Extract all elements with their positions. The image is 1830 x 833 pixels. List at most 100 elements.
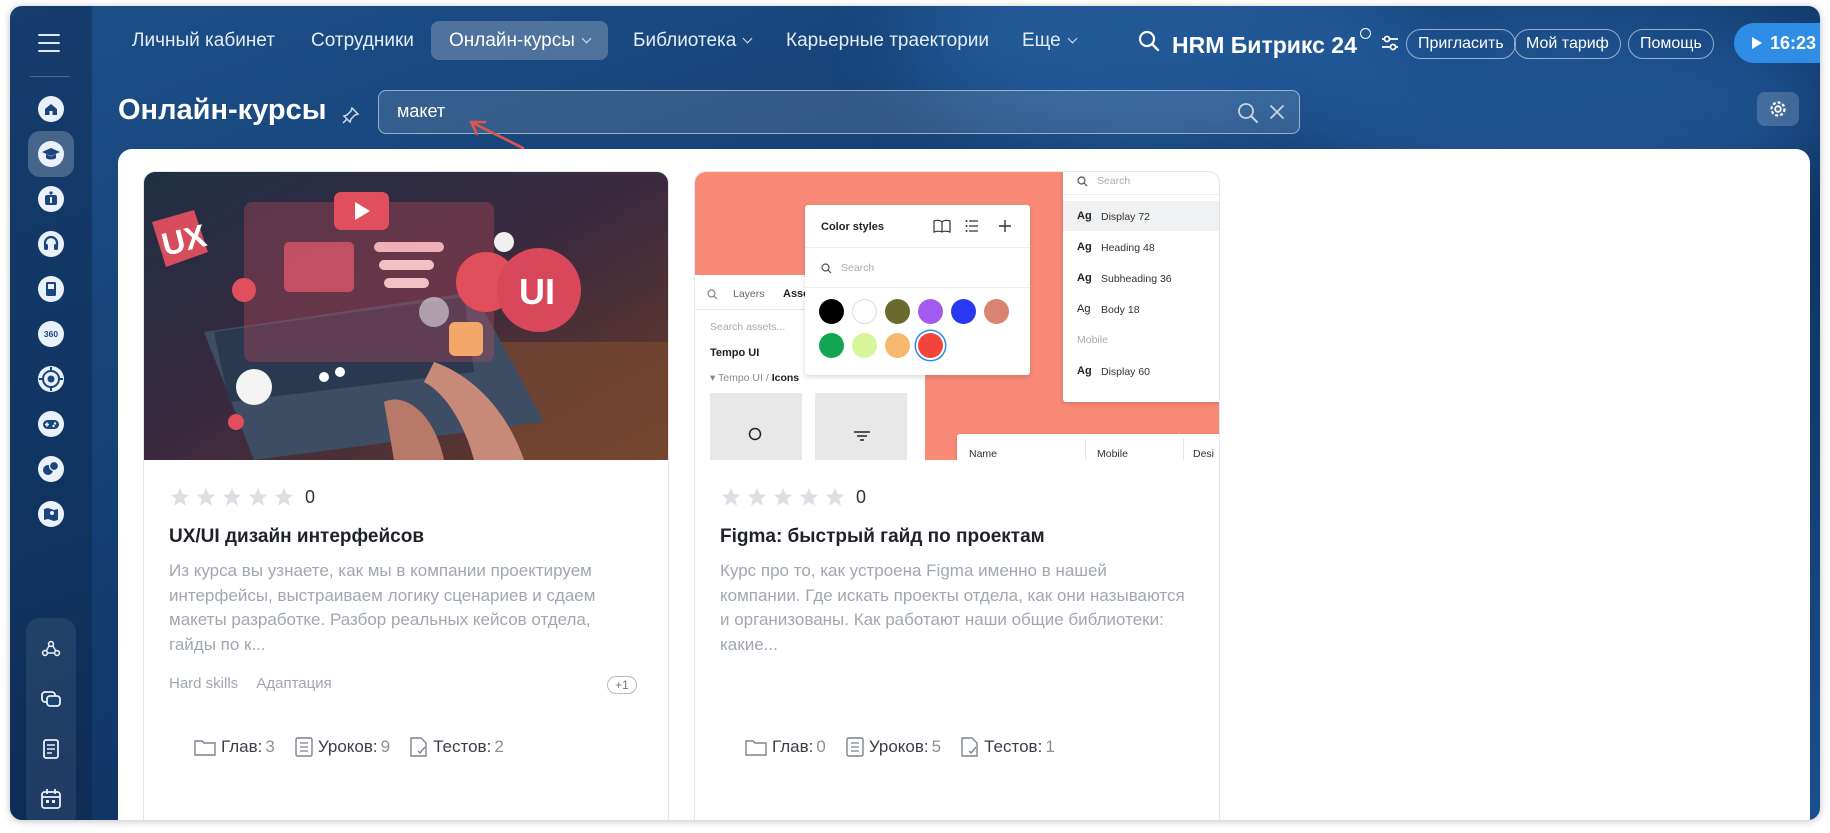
left-sidebar: 360 [10,6,92,820]
course-description: Курс про то, как устроена Figma именно в… [720,561,1185,654]
target-icon [38,366,64,392]
course-stats: Глав: 0 Уроков: 5 Тестов: 1 [745,737,1075,757]
rating-count: 0 [305,486,316,507]
type-style-name: Subheading 36 [1101,273,1172,285]
stat-value: 3 [265,737,275,756]
course-rating[interactable]: 0 [720,486,866,508]
sidebar-item-games[interactable] [28,401,74,447]
lessons-stat: Уроков: 5 [846,737,941,757]
tag[interactable]: Адаптация [256,675,331,692]
color-swatch [984,299,1009,324]
nav-item-more[interactable]: Еще [1004,21,1094,60]
stat-value: 0 [816,737,826,756]
type-style-ag: Ag [1077,365,1092,377]
360-icon: 360 [38,321,64,347]
nav-item-career-paths[interactable]: Карьерные траектории [768,21,1007,60]
course-card[interactable]: UX UI 0 UX/UI дизайн интерфейсов Из курс… [143,171,669,820]
book-icon [38,276,64,302]
chevron-down-icon [1067,33,1078,44]
figma-search-placeholder: Search [1097,175,1131,187]
help-button[interactable]: Помощь [1628,29,1714,59]
stat-label: Уроков: [317,737,378,756]
sidebar-item-support[interactable] [28,221,74,267]
sidebar-item-home[interactable] [28,86,74,132]
sidebar-item-goals[interactable] [28,356,74,402]
courses-panel: UX UI 0 UX/UI дизайн интерфейсов Из курс… [118,149,1810,820]
star-icon[interactable] [195,486,217,508]
pin-icon[interactable] [342,106,360,124]
page-settings-button[interactable] [1757,92,1799,126]
sidebar-item-chats[interactable] [28,446,74,492]
sidebar-item-workflow[interactable] [28,626,74,672]
color-swatch [885,333,910,358]
sidebar-item-360[interactable]: 360 [28,311,74,357]
my-tariff-button[interactable]: Мой тариф [1514,29,1621,59]
nav-label: Сотрудники [311,30,414,51]
nav-item-personal-account[interactable]: Личный кабинет [114,21,293,60]
color-swatch [819,333,844,358]
star-icon[interactable] [273,486,295,508]
more-tags-badge[interactable]: +1 [607,676,637,694]
course-card[interactable]: Layers Assets Search assets... Tempo UI … [694,171,1220,820]
clock-icon [1359,28,1371,39]
table-col: Name [969,448,998,460]
lesson-icon [295,737,313,757]
star-icon[interactable] [772,486,794,508]
search-icon [748,427,762,441]
course-tags: Hard skills Адаптация [169,675,346,692]
course-rating[interactable]: 0 [169,486,315,508]
sidebar-item-courses[interactable] [28,131,74,177]
type-style-name: Display 60 [1101,366,1151,378]
figma-library-name: Tempo UI [710,347,760,359]
sidebar-item-messages[interactable] [28,676,74,722]
type-style-ag: Ag [1077,303,1091,315]
figma-search-placeholder: Search [841,262,875,274]
brand-logo[interactable]: HRM Битрикс 24 [1172,28,1371,59]
type-style-ag: Ag [1077,272,1092,284]
star-icon[interactable] [824,486,846,508]
folder-icon [194,740,216,756]
figma-type-styles-panel: Search Ag Display 72 Ag Heading 48 Ag Su… [1063,172,1219,402]
search-icon[interactable] [1237,102,1259,124]
star-icon[interactable] [169,486,191,508]
search-icon [1077,176,1088,187]
nav-item-online-courses[interactable]: Онлайн-курсы [431,21,608,60]
sidebar-item-map[interactable] [28,491,74,537]
menu-icon[interactable] [38,34,60,58]
sidebar-item-library[interactable] [28,266,74,312]
color-swatch [819,299,844,324]
course-title[interactable]: UX/UI дизайн интерфейсов [169,526,424,548]
invite-button[interactable]: Пригласить [1406,29,1516,59]
close-icon[interactable] [1269,104,1285,120]
stat-label: Глав: [772,737,814,756]
star-icon[interactable] [247,486,269,508]
nav-label: Онлайн-курсы [449,30,575,51]
color-swatch [885,299,910,324]
type-style-ag: Ag [1077,241,1092,253]
plus-icon [999,220,1011,232]
course-title[interactable]: Figma: быстрый гайд по проектам [720,526,1045,548]
nav-item-employees[interactable]: Сотрудники [293,21,432,60]
course-cover-image: Layers Assets Search assets... Tempo UI … [695,172,1219,460]
star-icon[interactable] [798,486,820,508]
sidebar-item-calendar[interactable] [28,776,74,820]
star-icon[interactable] [720,486,742,508]
type-style-group: Mobile [1077,334,1108,346]
sidebar-item-info[interactable] [28,176,74,222]
tests-stat: Тестов: 2 [410,737,504,757]
figma-path-bold: Icons [771,372,800,384]
stat-label: Глав: [221,737,263,756]
stat-value: 9 [380,737,391,756]
sliders-icon[interactable] [1380,33,1400,53]
tag[interactable]: Hard skills [169,675,238,692]
color-swatch [852,299,877,324]
filter-icon [854,431,870,441]
workday-timer-button[interactable]: 16:23 [1734,23,1820,63]
star-icon[interactable] [746,486,768,508]
nav-label: Еще [1022,30,1061,51]
nav-item-library[interactable]: Библиотека [615,21,769,60]
sidebar-item-documents[interactable] [28,726,74,772]
search-icon[interactable] [1137,29,1161,53]
star-icon[interactable] [221,486,243,508]
course-stats: Глав: 3 Уроков: 9 Тестов: 2 [194,737,524,757]
